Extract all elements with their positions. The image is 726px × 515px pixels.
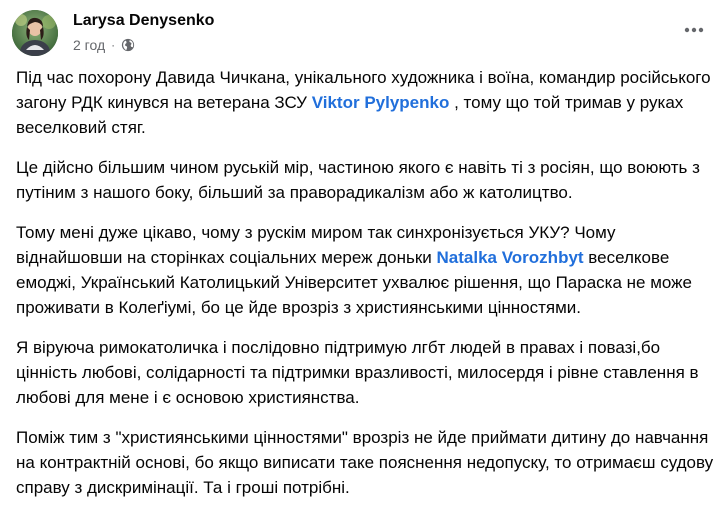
post-header: Larysa Denysenko 2 год · [12, 10, 712, 60]
post-meta: 2 год · [73, 37, 135, 53]
mention-link[interactable]: Natalka Vorozhbyt [437, 248, 584, 267]
post-timestamp[interactable]: 2 год [73, 37, 105, 53]
avatar-image [12, 10, 58, 56]
author-avatar[interactable] [12, 10, 58, 56]
post-paragraph-1: Під час похорону Давида Чичкана, унікаль… [16, 65, 720, 140]
post-paragraph-5: Поміж тим з "християнськими цінностями" … [16, 428, 714, 497]
post-paragraph-2: Це дійсно більшим чином руській мір, час… [16, 158, 700, 202]
ellipsis-icon [684, 27, 704, 33]
post-paragraph-3: Тому мені дуже цікаво, чому з рускім мир… [16, 220, 720, 320]
mention-link[interactable]: Viktor Pylypenko [312, 93, 450, 112]
post-text: Під час похорону Давида Чичкана, унікаль… [16, 65, 720, 515]
meta-separator: · [111, 38, 116, 52]
author-name[interactable]: Larysa Denysenko [73, 12, 214, 30]
post-paragraph-4: Я віруюча римокатоличка і послідовно під… [16, 338, 699, 407]
globe-icon[interactable] [121, 38, 135, 52]
post-options-button[interactable] [676, 16, 712, 44]
facebook-post: Larysa Denysenko 2 год · Під час похорон… [0, 0, 726, 513]
